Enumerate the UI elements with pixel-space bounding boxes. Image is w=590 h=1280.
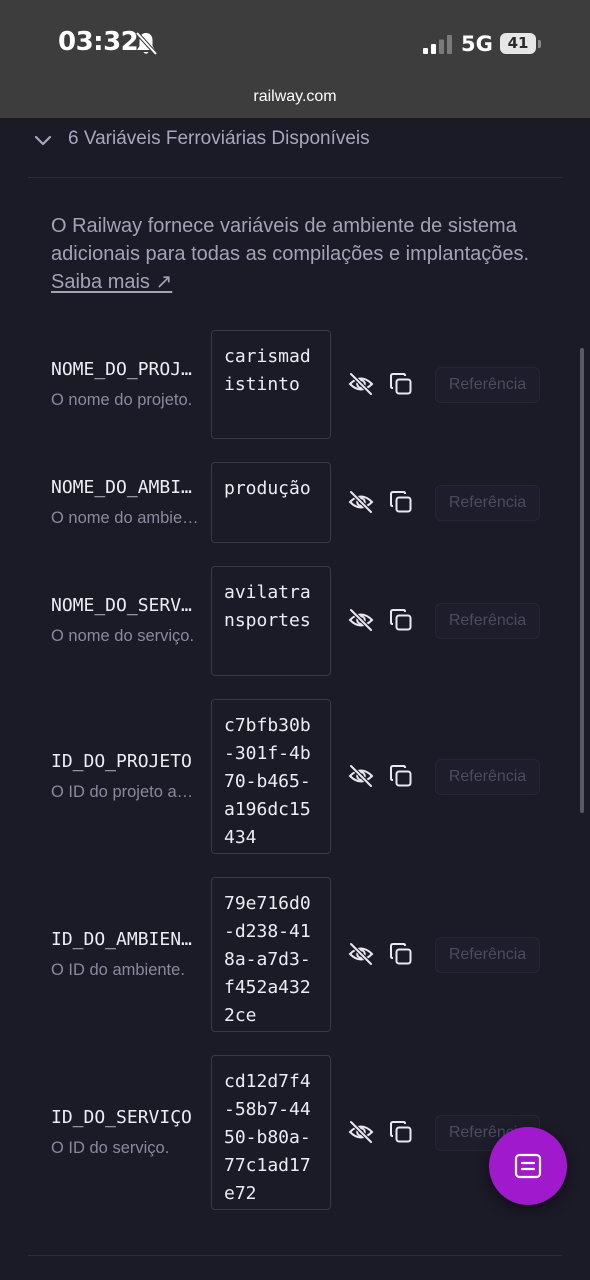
eye-off-icon[interactable]	[348, 371, 374, 397]
divider	[28, 1255, 562, 1256]
battery-tip	[538, 40, 541, 48]
reference-button[interactable]: Referência	[435, 484, 540, 521]
eye-off-icon[interactable]	[348, 763, 374, 789]
variable-value-field[interactable]: cd12d7f4-58b7-4450-b80a-77c1ad17e72	[211, 1055, 331, 1210]
variable-name: NOME_DO_SERVIÇO	[51, 595, 201, 616]
variable-value-field[interactable]: avilatransportes	[211, 566, 331, 676]
copy-icon[interactable]	[388, 763, 414, 789]
signal-icon	[423, 35, 452, 54]
copy-icon[interactable]	[388, 489, 414, 515]
copy-icon[interactable]	[388, 371, 414, 397]
variable-description: O ID do ambiente.	[51, 960, 185, 979]
variable-description: O nome do serviço.	[51, 627, 195, 645]
network-type: 5G	[461, 32, 493, 56]
status-bar: 03:32 5G 41 railway.com	[0, 0, 590, 118]
variable-value-field[interactable]: carismadistinto	[211, 330, 331, 439]
status-time: 03:32	[58, 27, 139, 57]
chat-fab-button[interactable]	[489, 1127, 567, 1205]
eye-off-icon[interactable]	[348, 489, 374, 515]
copy-icon[interactable]	[388, 941, 414, 967]
variable-description: O nome do ambiente.	[51, 508, 201, 527]
reference-button[interactable]: Referência	[435, 603, 540, 639]
variable-description: O nome do projeto.	[51, 390, 193, 409]
variables-section-toggle[interactable]: 6 Variáveis Ferroviárias Disponíveis	[28, 118, 562, 178]
bell-off-icon	[135, 31, 158, 56]
variable-name: ID_DO_AMBIENTE	[51, 928, 201, 950]
reference-button[interactable]: Referência	[435, 758, 540, 795]
reference-button[interactable]: Referência	[435, 366, 540, 403]
url-bar[interactable]: railway.com	[0, 88, 590, 106]
eye-off-icon[interactable]	[348, 607, 374, 633]
variable-value-field[interactable]: produção	[211, 462, 331, 543]
variable-description: O ID do serviço.	[51, 1138, 170, 1157]
reference-button[interactable]: Referência	[435, 936, 540, 973]
variable-value-field[interactable]: 79e716d0-d238-418a-a7d3-f452a4322ce	[211, 877, 331, 1032]
chat-icon	[514, 1153, 542, 1179]
variable-value-field[interactable]: c7bfb30b-301f-4b70-b465-a196dc15434	[211, 699, 331, 854]
variable-name: ID_DO_SERVIÇO	[51, 1106, 192, 1128]
section-description: O Railway fornece variáveis de ambiente …	[51, 212, 551, 296]
copy-icon[interactable]	[388, 607, 414, 633]
section-title: 6 Variáveis Ferroviárias Disponíveis	[68, 128, 370, 149]
battery-icon: 41	[500, 33, 536, 54]
eye-off-icon[interactable]	[348, 1119, 374, 1145]
chevron-down-icon	[34, 135, 52, 146]
variable-description: O ID do projeto associado.	[51, 782, 201, 801]
variable-name: NOME_DO_PROJETO	[51, 358, 201, 380]
description-text: O Railway fornece variáveis de ambiente …	[51, 215, 530, 265]
scrollbar[interactable]	[580, 348, 584, 813]
variable-name: ID_DO_PROJETO	[51, 750, 192, 772]
learn-more-link[interactable]: Saiba mais ↗	[51, 271, 172, 293]
copy-icon[interactable]	[388, 1119, 414, 1145]
variable-name: NOME_DO_AMBIENTE	[51, 476, 201, 498]
eye-off-icon[interactable]	[348, 941, 374, 967]
